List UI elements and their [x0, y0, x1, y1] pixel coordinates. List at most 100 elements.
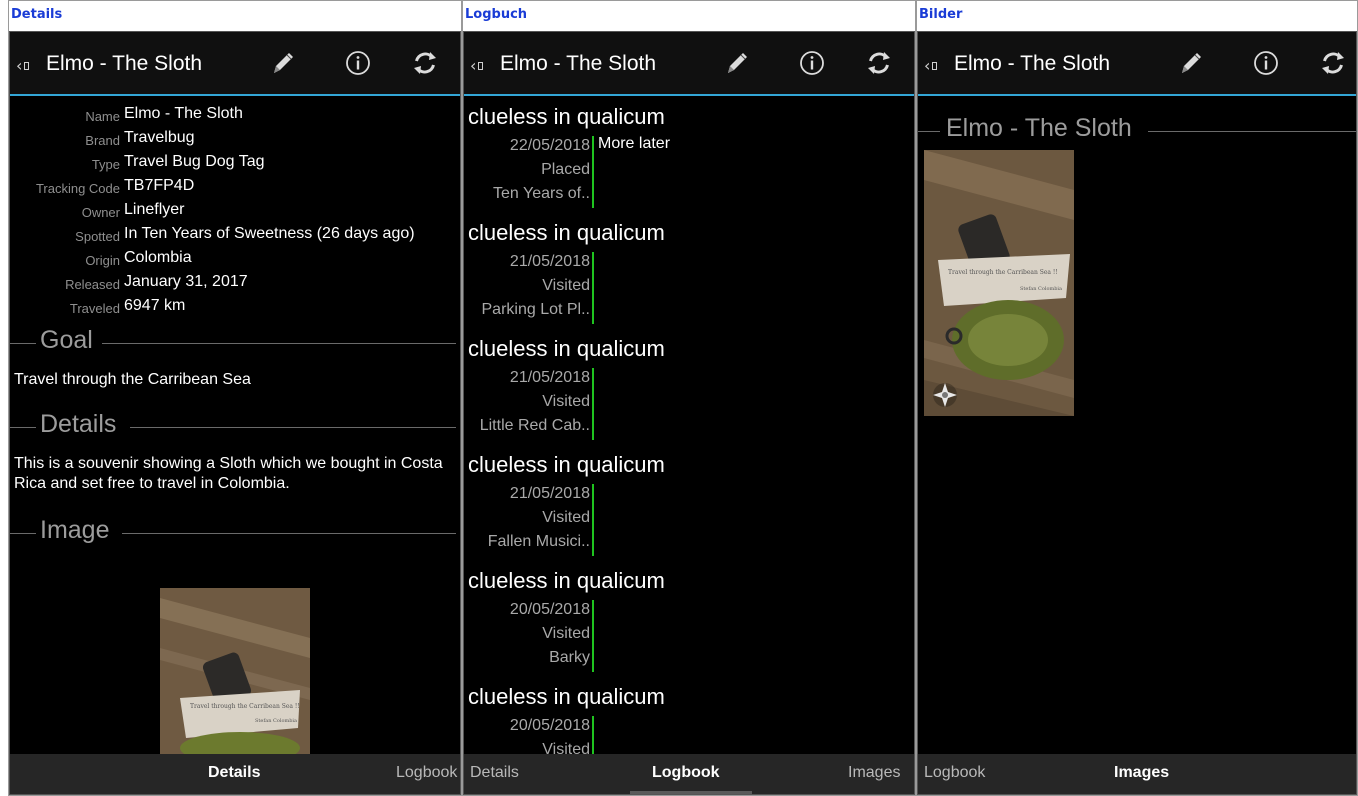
log-separator [592, 368, 594, 440]
field-value: 6947 km [124, 297, 186, 314]
phone-screen-logbook: ‹ Elmo - The Sloth clueless in qualicum … [463, 31, 915, 795]
panel-heading-link-details[interactable]: Details [11, 7, 62, 22]
field-value: TB7FP4D [124, 177, 195, 194]
log-type: Visited [542, 393, 590, 410]
action-bar: ‹ Elmo - The Sloth [10, 32, 460, 96]
photo-note-text: Travel through the Carribean Sea !! [948, 269, 1058, 276]
log-author: clueless in qualicum [468, 568, 665, 593]
image-thumbnail[interactable]: Travel through the Carribean Sea !! Stef… [924, 150, 1074, 416]
log-meta: 21/05/2018 Visited Parking Lot Pl.. [464, 250, 591, 322]
field-label: Origin [85, 253, 120, 268]
back-icon[interactable]: ‹ [924, 56, 938, 75]
log-entry[interactable]: clueless in qualicum 21/05/2018 Visited … [464, 452, 914, 568]
tab-details[interactable]: Details [208, 764, 260, 782]
panel-heading-link-logbuch[interactable]: Logbuch [465, 7, 527, 22]
field-value[interactable]: In Ten Years of Sweetness (26 days ago) [124, 225, 415, 243]
panel-details: Details ‹ Elmo - The Sloth Name Elmo - T… [8, 0, 462, 796]
pencil-icon[interactable] [268, 48, 298, 78]
section-images: Elmo - The Sloth [918, 114, 1356, 148]
field-label: Tracking Code [35, 181, 120, 196]
field-label: Spotted [75, 229, 120, 244]
log-separator [592, 600, 594, 672]
photo-sign-text: Stefan Colombia [1020, 286, 1062, 292]
field-label: Name [85, 109, 120, 124]
field-traveled: Traveled 6947 km [10, 296, 450, 320]
info-icon[interactable] [1251, 48, 1281, 78]
field-brand: Brand Travelbug [10, 128, 450, 152]
panel-heading: Details [9, 1, 461, 31]
refresh-icon[interactable] [1318, 48, 1348, 78]
log-type: Placed [541, 161, 590, 178]
log-date: 21/05/2018 [509, 485, 590, 502]
tab-details[interactable]: Details [470, 764, 519, 782]
panel-heading: Bilder [917, 1, 1357, 31]
pencil-icon[interactable] [722, 48, 752, 78]
section-image: Image [10, 516, 460, 550]
tab-logbook[interactable]: Logbook [924, 764, 985, 782]
log-cache: Little Red Cab.. [479, 417, 590, 434]
refresh-icon[interactable] [410, 48, 440, 78]
field-label: Type [91, 157, 120, 172]
action-bar: ‹ Elmo - The Sloth [464, 32, 914, 96]
field-spotted[interactable]: Spotted In Ten Years of Sweetness (26 da… [10, 224, 450, 248]
photo-note-text: Travel through the Carribean Sea !! [190, 703, 300, 710]
log-date: 21/05/2018 [509, 253, 590, 270]
log-date: 21/05/2018 [509, 369, 590, 386]
info-icon[interactable] [797, 48, 827, 78]
log-date: 20/05/2018 [509, 601, 590, 618]
log-meta: 20/05/2018 Visited Barky [464, 598, 590, 670]
images-content: Elmo - The Sloth Travel through the Carr… [918, 98, 1356, 754]
travelbug-photo[interactable]: Travel through the Carribean Sea !! Stef… [160, 588, 310, 754]
log-meta: 22/05/2018 Placed Ten Years of.. [464, 134, 590, 206]
field-name: Name Elmo - The Sloth [10, 104, 450, 128]
field-label: Brand [85, 133, 120, 148]
log-entry[interactable]: clueless in qualicum 20/05/2018 Visited [464, 684, 914, 754]
action-bar-title: Elmo - The Sloth [954, 52, 1111, 75]
action-bar-title: Elmo - The Sloth [46, 52, 203, 75]
back-icon[interactable]: ‹ [470, 56, 484, 75]
log-entry[interactable]: clueless in qualicum 20/05/2018 Visited … [464, 568, 914, 684]
field-value: Travelbug [124, 129, 195, 146]
pencil-icon[interactable] [1176, 48, 1206, 78]
log-type: Visited [542, 509, 590, 526]
action-bar-title: Elmo - The Sloth [500, 52, 657, 75]
log-cache: Parking Lot Pl.. [481, 301, 591, 318]
info-icon[interactable] [343, 48, 373, 78]
log-type: Visited [542, 277, 590, 294]
details-content: Name Elmo - The Sloth Brand Travelbug Ty… [10, 98, 460, 754]
field-value: January 31, 2017 [124, 273, 248, 290]
photo-sign-text: Stefan Colombia [255, 718, 297, 724]
log-author: clueless in qualicum [468, 220, 665, 245]
refresh-icon[interactable] [864, 48, 894, 78]
log-entry[interactable]: clueless in qualicum 22/05/2018 Placed T… [464, 104, 914, 220]
tab-images[interactable]: Images [848, 764, 900, 782]
log-type: Visited [542, 625, 590, 642]
log-separator [592, 484, 594, 556]
field-owner[interactable]: Owner Lineflyer [10, 200, 450, 224]
panel-heading-link-bilder[interactable]: Bilder [919, 7, 962, 22]
field-value: Colombia [124, 249, 192, 266]
back-icon[interactable]: ‹ [16, 56, 30, 75]
phone-screen-images: ‹ Elmo - The Sloth Elmo - The Sloth Trav… [917, 31, 1357, 795]
field-released: Released January 31, 2017 [10, 272, 450, 296]
field-value[interactable]: Lineflyer [124, 201, 184, 219]
section-heading: Details [40, 410, 117, 438]
log-separator [592, 136, 594, 208]
field-tracking-code: Tracking Code TB7FP4D [10, 176, 450, 200]
compass-icon[interactable] [932, 382, 958, 408]
logbook-list: clueless in qualicum 22/05/2018 Placed T… [464, 98, 914, 754]
tab-indicator [630, 791, 752, 794]
panel-bilder: Bilder ‹ Elmo - The Sloth Elmo - The Slo… [916, 0, 1358, 796]
tab-images[interactable]: Images [1114, 764, 1169, 782]
log-cache: Barky [549, 649, 590, 666]
panel-logbuch: Logbuch ‹ Elmo - The Sloth clueless in q… [462, 0, 916, 796]
tab-logbook[interactable]: Logbook [396, 764, 457, 782]
log-separator [592, 252, 594, 324]
goal-text: Travel through the Carribean Sea [14, 371, 251, 388]
section-details: Details [10, 410, 460, 444]
log-meta: 21/05/2018 Visited Little Red Cab.. [464, 366, 590, 438]
section-heading: Image [40, 516, 110, 544]
log-entry[interactable]: clueless in qualicum 21/05/2018 Visited … [464, 220, 914, 336]
log-entry[interactable]: clueless in qualicum 21/05/2018 Visited … [464, 336, 914, 452]
tab-logbook[interactable]: Logbook [652, 764, 720, 782]
